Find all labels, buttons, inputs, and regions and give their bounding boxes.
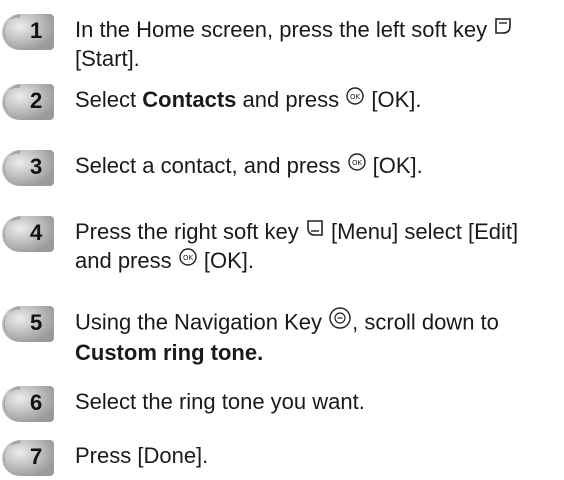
step-number: 1: [30, 18, 43, 43]
step-text: Select the ring tone you want.: [75, 389, 365, 414]
step-number: 6: [30, 390, 43, 415]
step-text: Press [Done].: [75, 443, 209, 468]
navigation-key-icon: [328, 306, 352, 337]
svg-text:OK: OK: [350, 93, 361, 101]
step-number-badge: 5: [2, 304, 56, 344]
step-number: 2: [30, 88, 43, 113]
left-soft-key-icon: [493, 15, 513, 43]
step-text: Press the right soft key [Menu] select […: [75, 217, 519, 274]
step-number-badge: 3: [2, 148, 56, 188]
step-number-badge: 2: [2, 82, 56, 122]
right-soft-key-icon: [305, 217, 325, 245]
step-2: 2 Select Contacts and press OK [OK].: [0, 82, 564, 122]
svg-text:OK: OK: [351, 159, 362, 167]
step-6: 6 Select the ring tone you want.: [0, 384, 564, 424]
step-text: Select Contacts and press OK [OK].: [75, 85, 422, 113]
step-number: 7: [30, 444, 43, 469]
ok-key-icon: OK: [347, 151, 367, 179]
step-number: 5: [30, 310, 43, 335]
step-number-badge: 7: [2, 438, 56, 478]
step-number-badge: 4: [2, 214, 56, 254]
step-text: Select a contact, and press OK [OK].: [75, 151, 423, 179]
step-7: 7 Press [Done].: [0, 438, 564, 478]
step-4: 4 Press the right soft key [Menu] select…: [0, 214, 564, 276]
svg-text:OK: OK: [183, 254, 194, 262]
step-number: 3: [30, 154, 43, 179]
step-text: In the Home screen, press the left soft …: [75, 16, 555, 73]
step-number-badge: 1: [2, 12, 56, 52]
step-5: 5 Using the Navigation Key , scroll down…: [0, 304, 564, 366]
step-1: 1 In the Home screen, press the left sof…: [0, 12, 564, 74]
step-number-badge: 6: [2, 384, 56, 424]
step-text: Using the Navigation Key , scroll down t…: [75, 306, 555, 367]
step-number: 4: [30, 220, 43, 245]
step-3: 3 Select a contact, and press OK [OK].: [0, 148, 564, 188]
ok-key-icon: OK: [345, 85, 365, 113]
ok-key-icon: OK: [178, 246, 198, 274]
